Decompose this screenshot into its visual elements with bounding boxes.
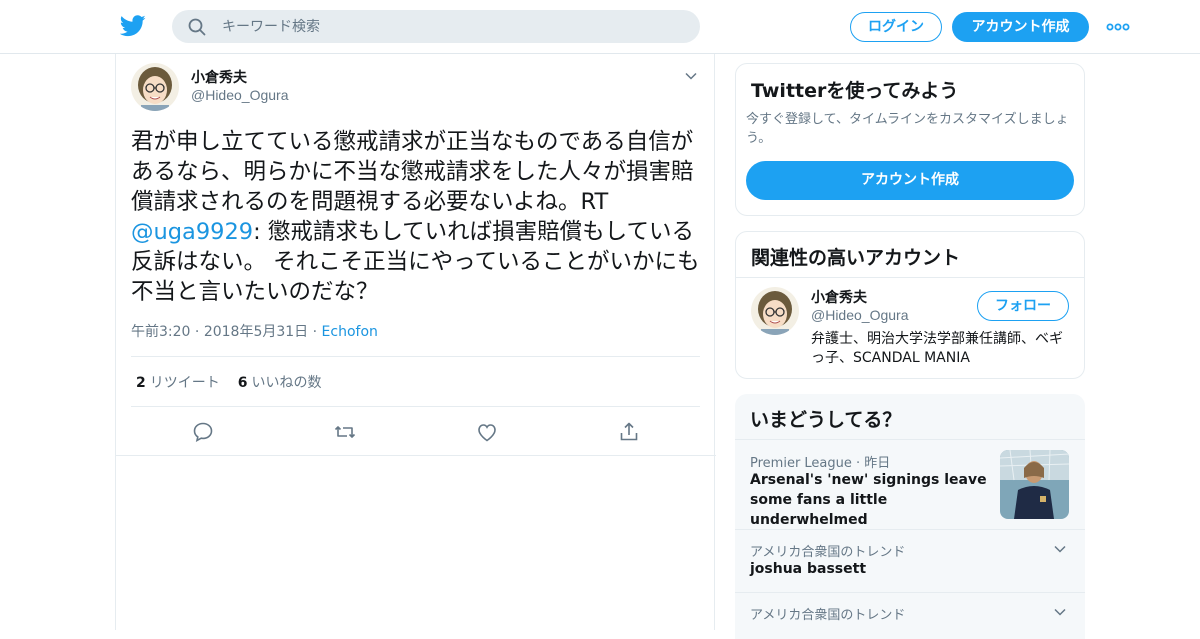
tweet-text: 君が申し立てている懲戒請求が正当なものである自信があるなら、明らかに不当な懲戒請… — [131, 127, 703, 307]
tweet-date[interactable]: 2018年5月31日 — [204, 324, 308, 340]
chevron-down-icon[interactable] — [1053, 605, 1067, 619]
tweet-text-body: 君が申し立てている懲戒請求が正当なものである自信があるなら、明らかに不当な懲戒請… — [131, 129, 694, 215]
meta-separator: · — [194, 324, 200, 340]
trend-image — [1000, 450, 1069, 519]
twitter-bird-icon[interactable] — [120, 14, 146, 38]
top-bar: ログイン アカウント作成 — [0, 0, 1200, 54]
signup-card-subtitle: 今すぐ登録して、タイムラインをカスタマイズしましょう。 — [746, 112, 1069, 146]
signup-card: Twitterを使ってみよう 今すぐ登録して、タイムラインをカスタマイズしましょ… — [735, 63, 1085, 216]
avatar[interactable] — [131, 63, 179, 111]
retweet-label: リツイート — [149, 375, 220, 391]
related-accounts-card: 関連性の高いアカウント 小倉秀夫 @Hideo_Ogura フォロー 弁護士、明… — [735, 231, 1085, 379]
retweet-stat[interactable]: 2 リツイート — [136, 375, 220, 391]
tweet-source-link[interactable]: Echofon — [322, 324, 378, 340]
meta-separator: · — [312, 324, 318, 340]
tweet-author-name[interactable]: 小倉秀夫 — [191, 67, 247, 87]
follow-button[interactable]: フォロー — [977, 291, 1069, 321]
related-account-bio: 弁護士、明治大学法学部兼任講師、ベギっ子、SCANDAL MANIA — [811, 331, 1063, 366]
tweet-permalink: 小倉秀夫 @Hideo_Ogura 君が申し立てている懲戒請求が正当なものである… — [115, 54, 716, 630]
chevron-down-icon[interactable] — [684, 69, 698, 83]
search-icon — [188, 18, 206, 36]
trend-thumbnail — [1000, 450, 1069, 519]
share-icon[interactable] — [617, 420, 641, 444]
tweet-time[interactable]: 午前3:20 — [131, 324, 190, 340]
avatar-illustration — [131, 63, 179, 111]
search-input[interactable] — [222, 10, 682, 43]
signup-card-title: Twitterを使ってみよう — [751, 80, 959, 102]
trend-title: Arsenal's 'new' signings leave some fans… — [750, 472, 987, 528]
trends-card: いまどうしてる？ Premier League · 昨日 Arsenal's '… — [735, 394, 1085, 639]
login-button[interactable]: ログイン — [850, 12, 942, 42]
trend-context: アメリカ合衆国のトレンド — [750, 608, 906, 623]
retweet-icon[interactable] — [333, 420, 357, 444]
retweet-count: 2 — [136, 375, 146, 391]
related-account-handle[interactable]: @Hideo_Ogura — [811, 307, 909, 323]
like-icon[interactable] — [475, 420, 499, 444]
tweet-mention-link[interactable]: @uga9929 — [131, 219, 253, 245]
divider — [736, 277, 1084, 278]
related-account-name[interactable]: 小倉秀夫 — [811, 287, 867, 307]
tweet-author-handle[interactable]: @Hideo_Ogura — [191, 87, 289, 103]
more-options-icon[interactable] — [1106, 18, 1130, 36]
trend-context: アメリカ合衆国のトレンド — [750, 545, 906, 560]
like-label: いいねの数 — [251, 375, 322, 391]
avatar[interactable] — [751, 287, 799, 335]
divider — [131, 406, 700, 407]
signup-button[interactable]: アカウント作成 — [952, 12, 1089, 42]
avatar-illustration — [751, 287, 799, 335]
tweet-actions — [116, 420, 716, 444]
divider — [735, 439, 1085, 440]
reply-icon[interactable] — [191, 420, 215, 444]
search-box[interactable] — [172, 10, 700, 43]
divider — [116, 455, 716, 456]
trends-card-title: いまどうしてる？ — [750, 409, 902, 431]
trend-context: Premier League · 昨日 — [750, 456, 891, 471]
divider — [735, 529, 1085, 530]
tweet-metadata: 午前3:20 · 2018年5月31日 · Echofon — [131, 321, 378, 341]
chevron-down-icon[interactable] — [1053, 542, 1067, 556]
signup-card-button[interactable]: アカウント作成 — [746, 161, 1074, 200]
divider — [735, 592, 1085, 593]
like-count: 6 — [237, 375, 248, 391]
tweet-stats: 2 リツイート 6 いいねの数 — [136, 372, 322, 392]
related-card-title: 関連性の高いアカウント — [751, 247, 961, 269]
divider — [131, 356, 700, 357]
trend-title: joshua bassett — [750, 561, 867, 577]
like-stat[interactable]: 6 いいねの数 — [238, 375, 322, 391]
